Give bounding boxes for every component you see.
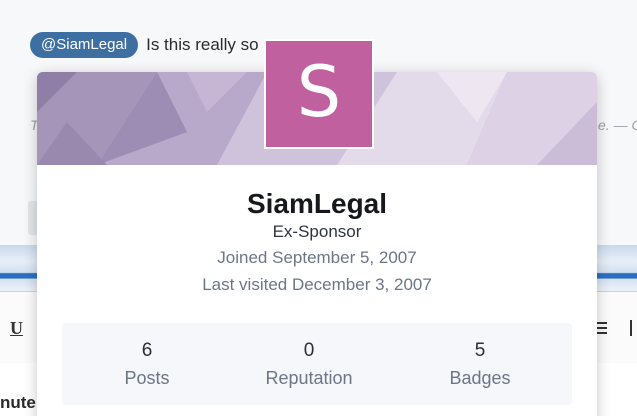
avatar-letter: S [296,51,342,133]
stat-value: 0 [303,340,315,361]
profile-title: Ex-Sponsor [272,222,362,241]
mention-text: Is this really so [146,35,259,54]
profile-joined-date: Joined September 5, 2007 [217,248,417,267]
mention-link[interactable]: @SiamLegal [30,32,139,58]
profile-hover-card: S SiamLegal Ex-Sponsor Joined September … [37,39,597,416]
underline-button[interactable]: U [10,318,23,339]
stat-label: Badges [449,368,511,388]
stat-badges[interactable]: 5 Badges [410,340,550,389]
stat-label: Reputation [265,368,353,388]
stat-posts[interactable]: 6 Posts [77,340,217,389]
quote-fragment-right: e. — G [598,117,637,133]
avatar[interactable]: S [264,39,374,149]
stat-value: 6 [141,340,153,361]
mention-line: @SiamLegal Is this really so [30,30,259,60]
stat-value: 5 [474,340,486,361]
toolbar-more-icon[interactable] [630,320,636,336]
profile-stats: 6 Posts 0 Reputation 5 Badges [62,323,572,405]
stat-label: Posts [124,368,170,388]
stat-reputation[interactable]: 0 Reputation [239,340,379,389]
profile-last-visited: Last visited December 3, 2007 [202,275,432,294]
profile-name[interactable]: SiamLegal [37,188,597,220]
footer-label: nute [0,393,36,412]
